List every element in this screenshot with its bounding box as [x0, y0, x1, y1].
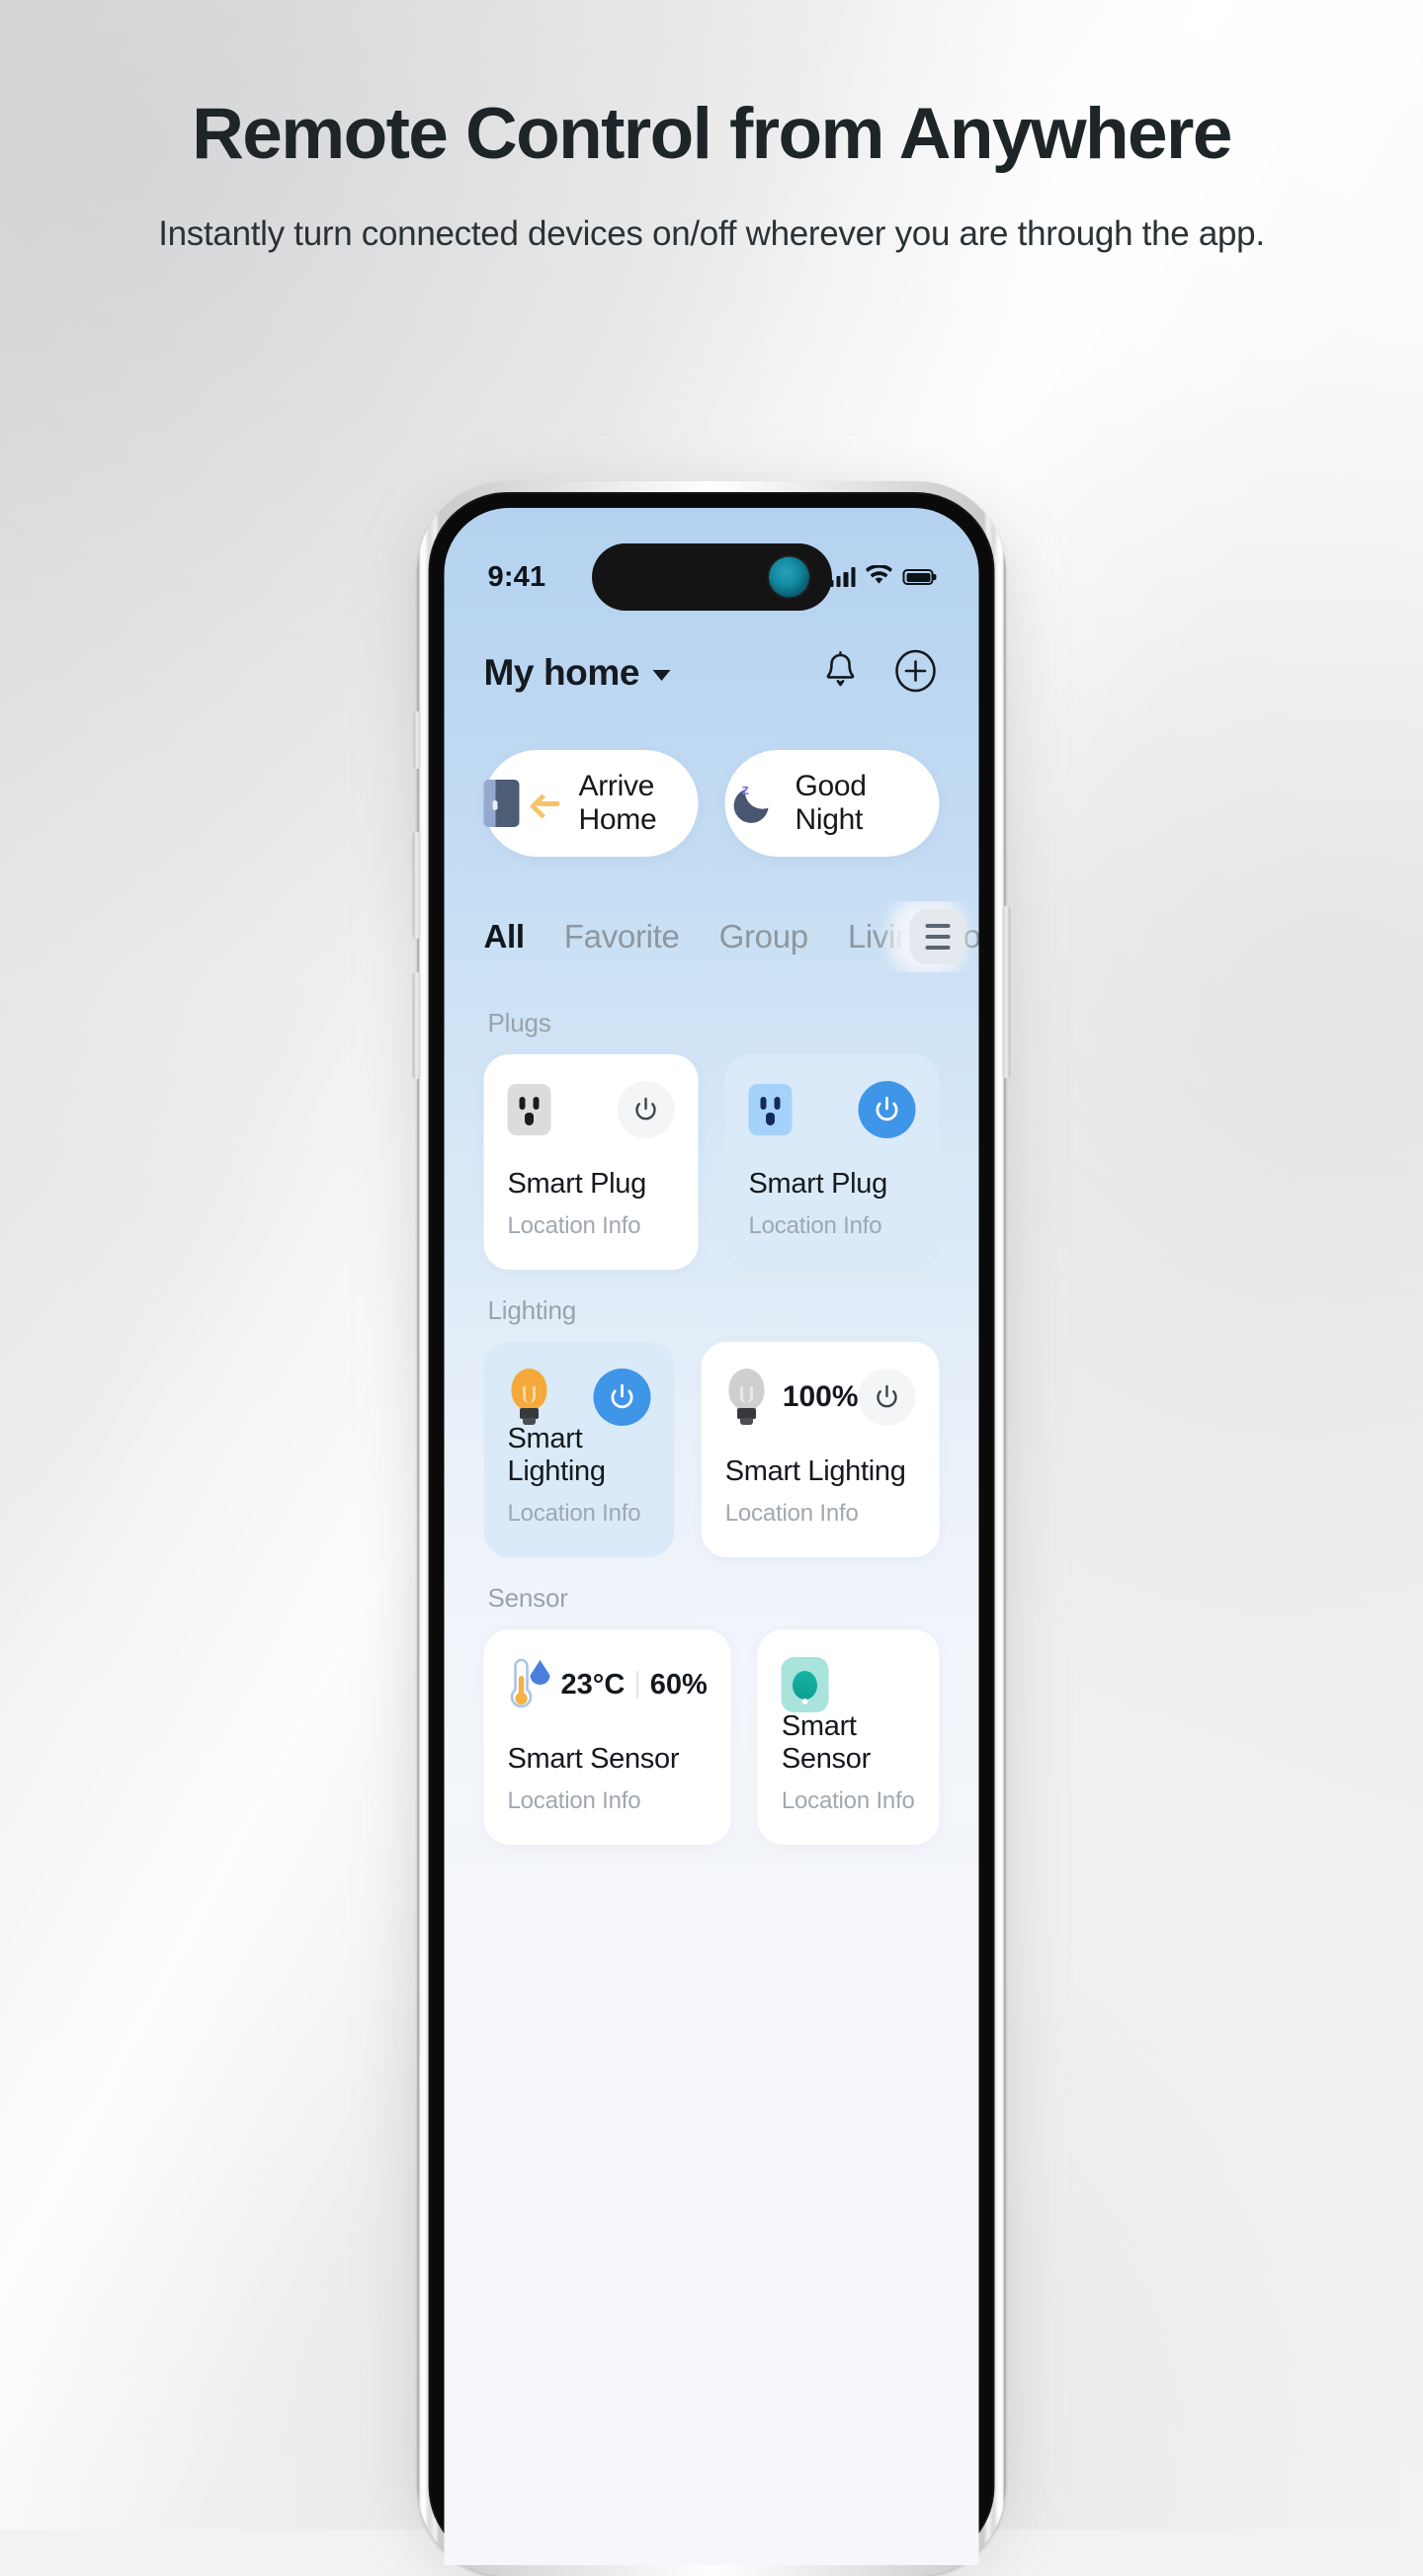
- power-toggle-button[interactable]: [858, 1081, 916, 1138]
- divider: [636, 1671, 638, 1699]
- status-icons: [828, 563, 934, 590]
- device-location: Location Info: [507, 1212, 641, 1239]
- device-card-smart-lighting-on[interactable]: Smart Lighting Location Info: [483, 1342, 675, 1557]
- battery-full-icon: [902, 569, 934, 585]
- silent-switch[interactable]: [413, 711, 421, 769]
- home-name-label: My home: [483, 652, 640, 693]
- power-side-button[interactable]: [1002, 906, 1011, 1078]
- phone-mockup: 9:41 My home Arrive Home z Good Night Al…: [412, 481, 1011, 2576]
- power-toggle-button[interactable]: [617, 1081, 675, 1138]
- brightness-value: 100%: [782, 1380, 859, 1413]
- tab-favorite[interactable]: Favorite: [564, 918, 680, 956]
- plus-circle-icon[interactable]: [894, 649, 938, 698]
- chevron-down-icon: [652, 670, 671, 681]
- scene-good-night[interactable]: z Good Night: [724, 750, 940, 857]
- home-selector[interactable]: My home: [484, 652, 671, 694]
- device-list: Plugs Smart Plug Location Info Smart Plu…: [445, 982, 979, 2565]
- page-subtitle: Instantly turn connected devices on/off …: [158, 213, 1265, 253]
- scene-arrive-home[interactable]: Arrive Home: [483, 750, 699, 857]
- group-title-lighting: Lighting: [487, 1295, 577, 1325]
- device-card-smart-plug-off[interactable]: Smart Plug Location Info: [483, 1054, 699, 1270]
- device-row-sensor: 23°C 60% Smart Sensor Location Info Smar…: [483, 1629, 940, 1845]
- tab-all[interactable]: All: [484, 918, 526, 956]
- device-card-smart-lighting-off[interactable]: 100% Smart Lighting Location Info: [701, 1342, 940, 1557]
- page-title: Remote Control from Anywhere: [192, 94, 1232, 174]
- arrow-left-icon: [533, 795, 560, 811]
- device-location: Location Info: [507, 1500, 641, 1527]
- hero-section: Remote Control from Anywhere Instantly t…: [0, 95, 1423, 256]
- scene-label: Arrive Home: [578, 770, 657, 836]
- device-name: Smart Plug: [748, 1168, 888, 1200]
- device-name: Smart Sensor: [781, 1710, 871, 1775]
- group-title-plugs: Plugs: [487, 1008, 551, 1038]
- device-card-smart-sensor-climate[interactable]: 23°C 60% Smart Sensor Location Info: [483, 1629, 731, 1845]
- app-header: My home: [445, 630, 979, 715]
- hamburger-menu-icon[interactable]: [909, 909, 965, 964]
- device-card-smart-sensor-motion[interactable]: Smart Sensor Location Info: [757, 1629, 940, 1845]
- door-arrive-icon: [483, 780, 520, 827]
- device-row-lighting: Smart Lighting Location Info 100% Smart …: [483, 1342, 940, 1557]
- power-toggle-button[interactable]: [593, 1369, 651, 1426]
- scene-shortcuts: Arrive Home z Good Night: [445, 750, 979, 857]
- phone-body: 9:41 My home Arrive Home z Good Night Al…: [428, 492, 995, 2565]
- outlet-icon: [748, 1084, 793, 1135]
- device-name: Smart Plug: [507, 1168, 647, 1200]
- device-card-smart-plug-on[interactable]: Smart Plug Location Info: [724, 1054, 940, 1270]
- motion-sensor-icon: [781, 1657, 829, 1712]
- device-name: Smart Sensor: [507, 1743, 680, 1775]
- cellular-bars-icon: [828, 567, 856, 587]
- humidity-value: 60%: [649, 1668, 708, 1701]
- volume-down-button[interactable]: [412, 972, 421, 1079]
- device-location: Location Info: [507, 1787, 641, 1814]
- device-location: Location Info: [724, 1500, 859, 1527]
- wifi-icon: [865, 563, 893, 590]
- device-row-plugs: Smart Plug Location Info Smart Plug Loca…: [483, 1054, 940, 1270]
- category-tabs: All Favorite Group Living Room: [445, 901, 979, 972]
- header-actions: [821, 649, 938, 698]
- bell-icon[interactable]: [821, 650, 861, 697]
- volume-up-button[interactable]: [412, 832, 421, 939]
- device-location: Location Info: [781, 1787, 915, 1814]
- bulb-icon: [508, 1369, 551, 1426]
- group-title-sensor: Sensor: [487, 1583, 568, 1613]
- scene-label: Good Night: [795, 770, 868, 836]
- phone-screen: 9:41 My home Arrive Home z Good Night Al…: [444, 508, 979, 2565]
- bulb-icon: [725, 1369, 769, 1426]
- outlet-icon: [507, 1084, 551, 1135]
- power-toggle-button[interactable]: [858, 1369, 916, 1426]
- status-time: 9:41: [487, 560, 546, 593]
- svg-text:z: z: [742, 782, 750, 798]
- sensor-readings: 23°C 60%: [561, 1669, 708, 1702]
- device-name: Smart Lighting: [507, 1423, 606, 1487]
- temperature-value: 23°C: [560, 1668, 626, 1701]
- device-name: Smart Lighting: [724, 1455, 906, 1487]
- moon-sleep-icon: z: [725, 778, 777, 829]
- device-location: Location Info: [748, 1212, 882, 1239]
- thermometer-humidity-icon: [508, 1656, 550, 1713]
- tab-group[interactable]: Group: [719, 918, 809, 956]
- status-bar: 9:41: [445, 549, 979, 605]
